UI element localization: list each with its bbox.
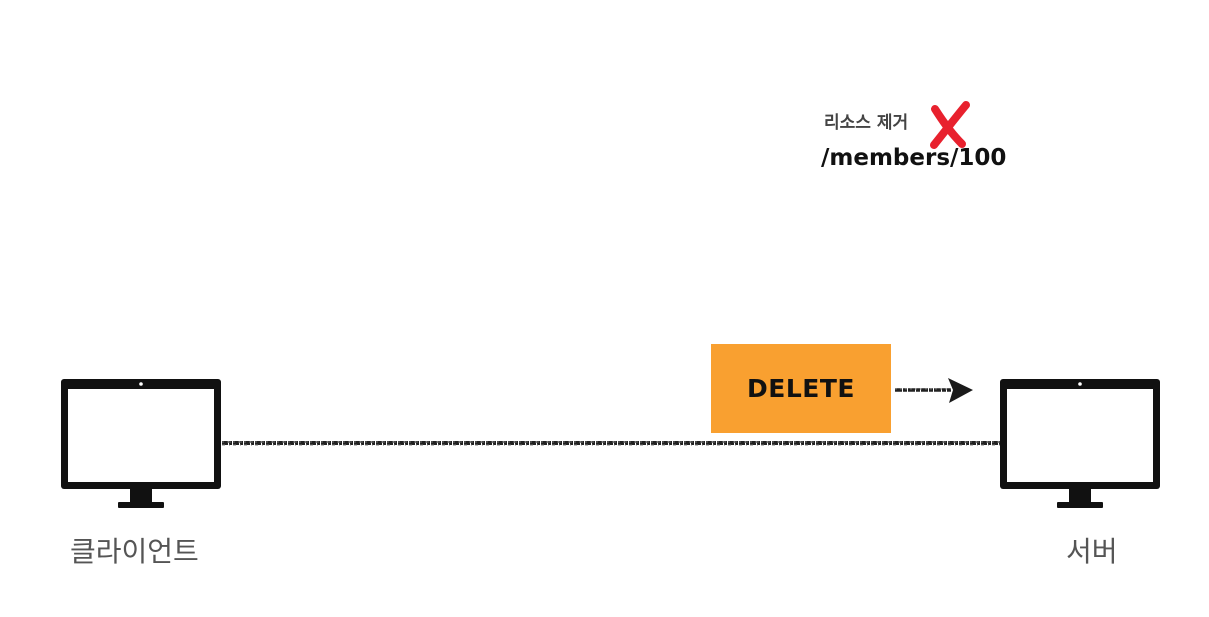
connection-line <box>222 441 1000 446</box>
x-mark-icon <box>930 101 970 149</box>
request-method-box: DELETE <box>711 344 891 433</box>
resource-note: 리소스 제거 <box>824 113 909 133</box>
resource-path: /members/100 <box>821 145 1007 171</box>
client-label: 클라이언트 <box>70 535 199 568</box>
server-monitor-icon <box>1000 379 1160 508</box>
arrow-right-icon <box>895 378 973 403</box>
server-label: 서버 <box>1066 535 1118 568</box>
request-method-label: DELETE <box>747 374 855 403</box>
client-monitor-icon <box>61 379 221 508</box>
